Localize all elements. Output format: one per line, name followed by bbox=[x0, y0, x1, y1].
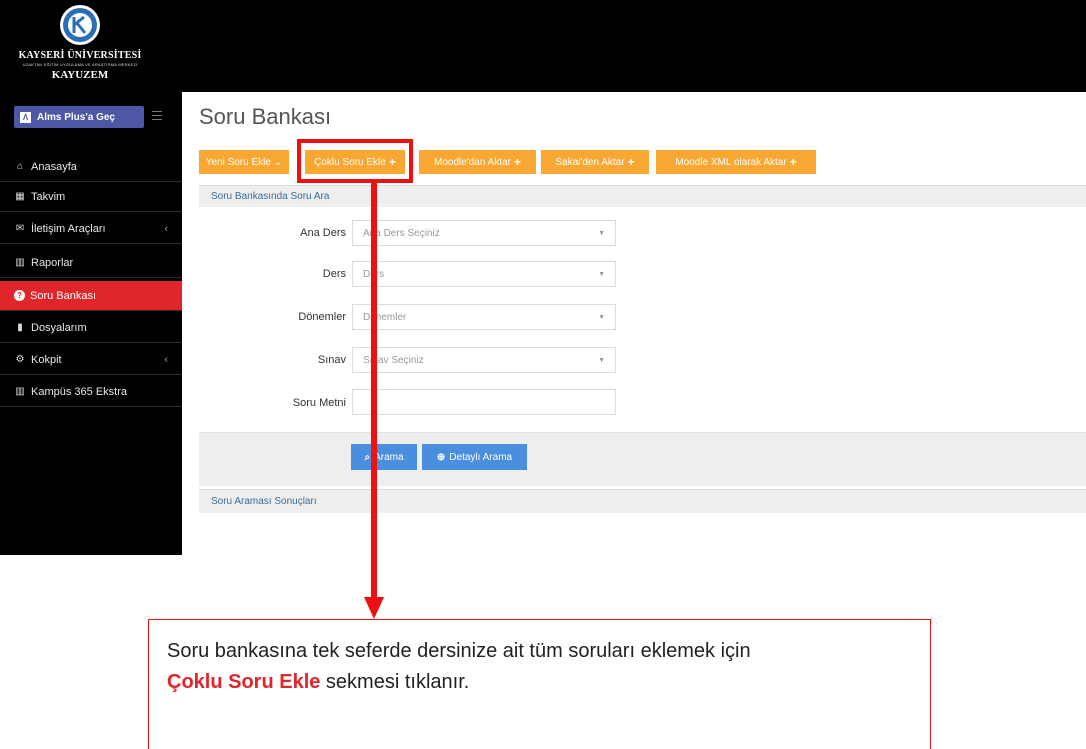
field-label-sinav: Sınav bbox=[317, 354, 346, 366]
logo-university-name: KAYSERİ ÜNİVERSİTESİ bbox=[18, 50, 142, 61]
sidebar-item-label: Takvim bbox=[31, 190, 66, 203]
chevron-left-icon: ‹ bbox=[164, 222, 168, 235]
detayli-arama-button[interactable]: ⊕ Detaylı Arama bbox=[422, 444, 527, 470]
alms-logo-icon: Λ bbox=[20, 111, 31, 123]
search-icon: ⌕ bbox=[364, 451, 371, 463]
plus-icon: + bbox=[789, 155, 797, 169]
sinav-select[interactable]: Sınav Seçiniz ▼ bbox=[352, 347, 616, 373]
search-button-area bbox=[199, 432, 1086, 486]
caret-down-icon: ▼ bbox=[598, 270, 605, 278]
caret-down-icon: ▼ bbox=[598, 356, 605, 364]
detayli-arama-label: Detaylı Arama bbox=[449, 451, 513, 463]
sidebar-item-1[interactable]: ⌂ Anasayfa bbox=[0, 152, 182, 182]
plus-icon: + bbox=[513, 155, 521, 169]
sidebar-item-label: İletişim Araçları bbox=[31, 222, 106, 235]
field-label-donemler: Dönemler bbox=[298, 311, 346, 323]
ana-ders-select[interactable]: Ana Ders Seçiniz ▼ bbox=[352, 220, 616, 246]
yeni-soru-ekle-button[interactable]: Yeni Soru Ekle ⌄ bbox=[199, 150, 289, 174]
soru-metni-input[interactable] bbox=[352, 389, 616, 415]
annotation-arrow-line bbox=[371, 183, 377, 601]
sidebar-item-label: Soru Bankası bbox=[30, 289, 97, 302]
sakai-aktar-label: Sakai'den Aktar bbox=[555, 156, 625, 168]
envelope-icon: ✉ bbox=[15, 223, 25, 234]
page-title: Soru Bankası bbox=[199, 104, 332, 129]
moodle-aktar-button[interactable]: Moodle'dan Aktar + bbox=[419, 150, 536, 174]
results-section-title: Soru Araması Sonuçları bbox=[211, 496, 317, 507]
arama-button[interactable]: ⌕ Arama bbox=[351, 444, 417, 470]
search-section-title: Soru Bankasında Soru Ara bbox=[211, 191, 330, 202]
sidebar-item-6[interactable]: ▮ Dosyalarım bbox=[0, 313, 182, 343]
donemler-placeholder: Dönemler bbox=[363, 311, 407, 323]
menu-toggle-icon[interactable] bbox=[152, 111, 162, 122]
plus-icon: + bbox=[627, 155, 635, 169]
field-label-soru-metni: Soru Metni bbox=[292, 397, 346, 409]
callout-text-after: sekmesi tıklanır. bbox=[320, 671, 470, 693]
chevron-down-icon: ⌄ bbox=[273, 156, 283, 168]
search-section-header: Soru Bankasında Soru Ara bbox=[199, 185, 1086, 207]
cogs-icon: ⚙ bbox=[15, 354, 25, 365]
alms-plus-label: Alms Plus'a Geç bbox=[37, 111, 115, 123]
sidebar-item-label: Anasayfa bbox=[31, 160, 77, 173]
sidebar-item-label: Dosyalarım bbox=[31, 321, 87, 334]
zoom-in-icon: ⊕ bbox=[436, 451, 446, 463]
sakai-aktar-button[interactable]: Sakai'den Aktar + bbox=[541, 150, 649, 174]
callout-highlight: Çoklu Soru Ekle bbox=[167, 671, 321, 693]
calendar-icon: ▦ bbox=[15, 191, 25, 202]
callout-text-before: Soru bankasına tek seferde dersinize ait… bbox=[167, 640, 751, 662]
alms-plus-button[interactable]: Λ Alms Plus'a Geç bbox=[14, 106, 144, 128]
moodle-xml-aktar-label: Moodle XML olarak Aktar bbox=[675, 156, 787, 168]
sidebar-item-8[interactable]: ▥ Kampüs 365 Ekstra bbox=[0, 377, 182, 407]
moodle-xml-aktar-button[interactable]: Moodle XML olarak Aktar + bbox=[656, 150, 816, 174]
sidebar-item-label: Raporlar bbox=[31, 256, 74, 269]
field-label-ders: Ders bbox=[322, 268, 346, 280]
sidebar-item-label: Kokpit bbox=[31, 353, 62, 366]
logo-subtitle: UZAKTAN EĞİTİM UYGULAMA VE ARAŞTIRMA MER… bbox=[22, 62, 138, 67]
university-emblem-icon bbox=[59, 4, 101, 46]
sidebar-item-label: Kampüs 365 Ekstra bbox=[31, 385, 127, 398]
chart-icon: ▥ bbox=[15, 386, 25, 397]
moodle-aktar-label: Moodle'dan Aktar bbox=[434, 156, 511, 168]
yeni-soru-ekle-label: Yeni Soru Ekle bbox=[205, 156, 271, 168]
highlight-box bbox=[297, 139, 413, 183]
callout-text: Soru bankasına tek seferde dersinize ait… bbox=[167, 636, 927, 698]
results-section-header: Soru Araması Sonuçları bbox=[199, 489, 1086, 513]
sidebar-item-2[interactable]: ▦ Takvim bbox=[0, 182, 182, 212]
arama-label: Arama bbox=[374, 451, 404, 463]
annotation-callout: Soru bankasına tek seferde dersinize ait… bbox=[148, 619, 931, 749]
caret-down-icon: ▼ bbox=[598, 313, 605, 321]
chevron-left-icon: ‹ bbox=[164, 353, 168, 366]
field-label-ana-ders: Ana Ders bbox=[300, 227, 346, 239]
home-icon: ⌂ bbox=[16, 161, 24, 172]
sidebar-item-4[interactable]: ▥ Raporlar bbox=[0, 248, 182, 278]
question-icon: ? bbox=[14, 290, 25, 301]
file-icon: ▮ bbox=[17, 322, 23, 333]
annotation-arrow-head bbox=[364, 597, 384, 619]
sidebar-item-5[interactable]: ? Soru Bankası bbox=[0, 281, 182, 311]
caret-down-icon: ▼ bbox=[598, 229, 605, 237]
donemler-select[interactable]: Dönemler ▼ bbox=[352, 304, 616, 330]
ders-select[interactable]: Ders▼ bbox=[352, 261, 616, 287]
sidebar-item-3[interactable]: ✉ İletişim Araçları ‹ bbox=[0, 214, 182, 244]
top-bar bbox=[0, 0, 1086, 92]
chart-icon: ▥ bbox=[15, 257, 25, 268]
sidebar-item-7[interactable]: ⚙ Kokpit ‹ bbox=[0, 345, 182, 375]
university-logo[interactable]: KAYSERİ ÜNİVERSİTESİ UZAKTAN EĞİTİM UYGU… bbox=[10, 4, 150, 90]
logo-center-name: KAYUZEM bbox=[51, 69, 109, 81]
